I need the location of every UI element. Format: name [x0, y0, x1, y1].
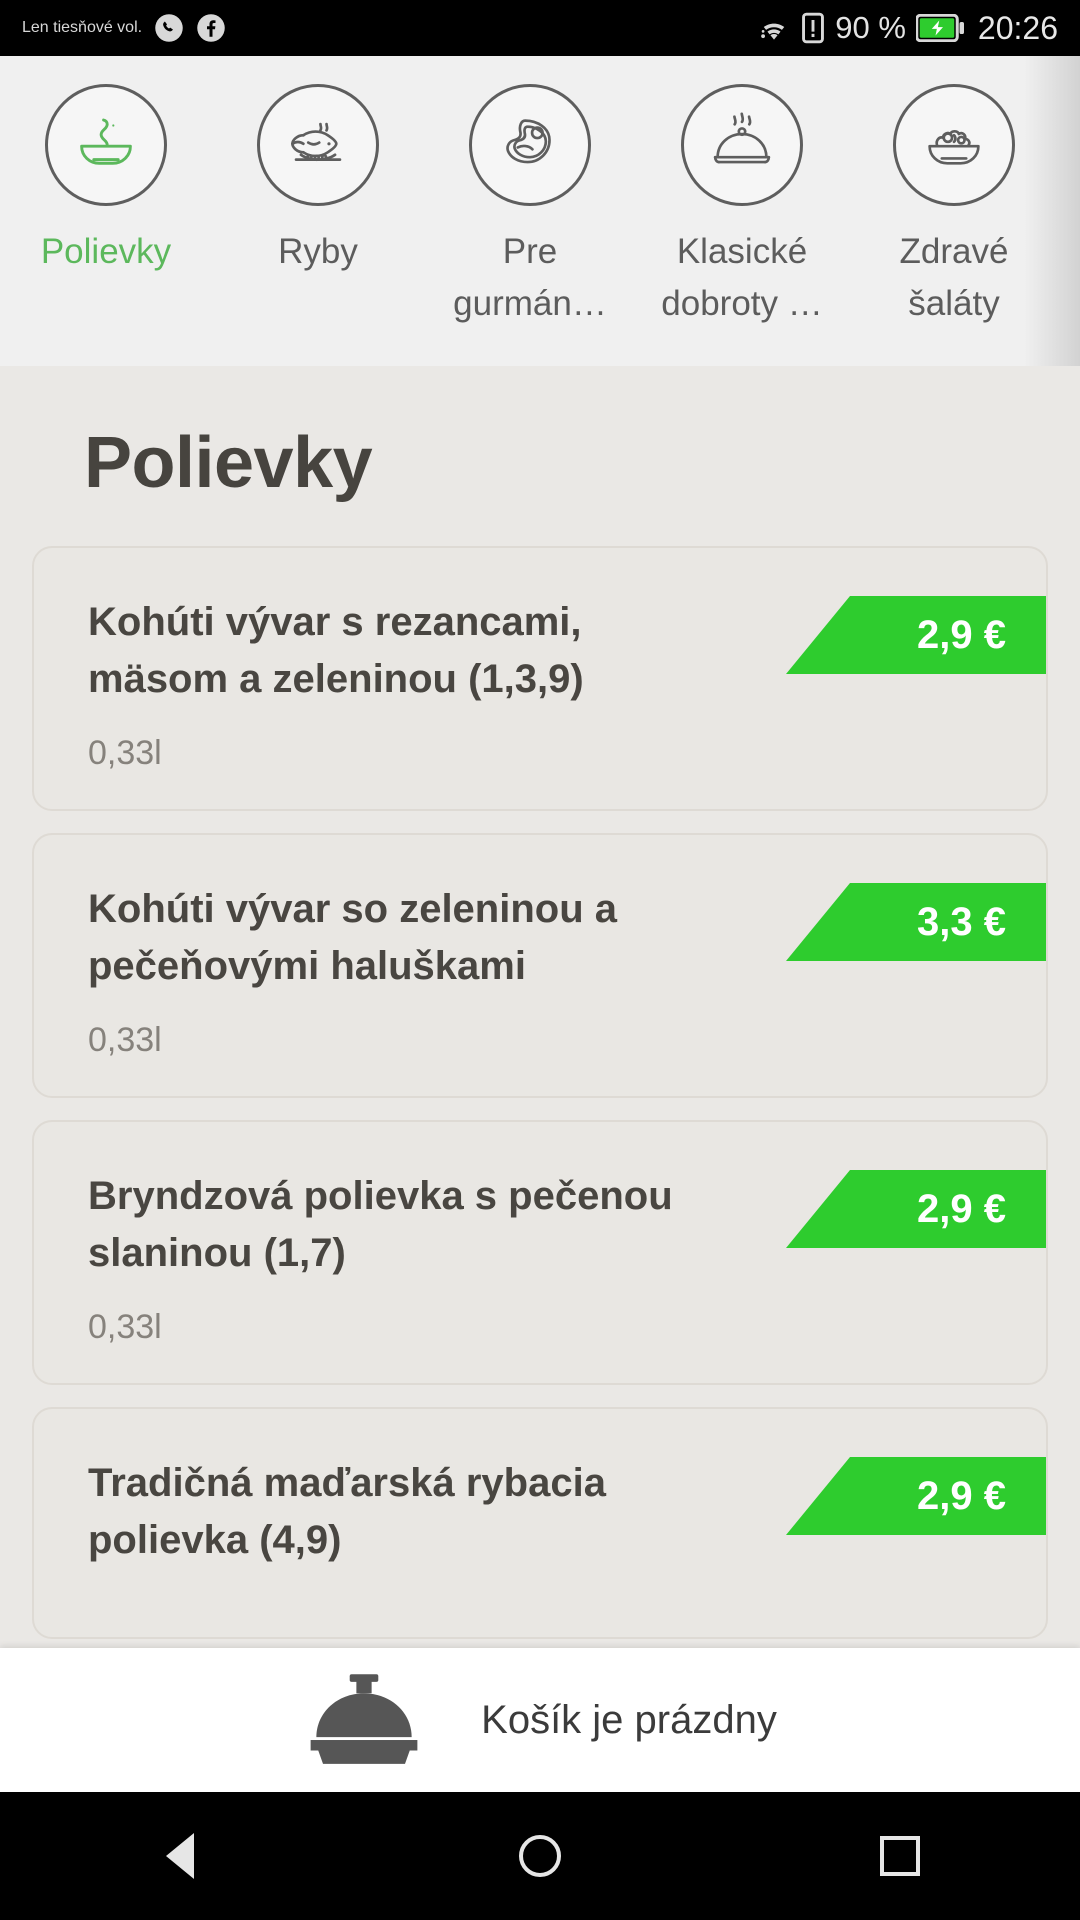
wifi-icon: [757, 13, 791, 43]
tab-ryby[interactable]: Ryby: [212, 84, 424, 278]
tab-label: Pre gurmán…: [453, 232, 607, 323]
tab-icon-wrapper: [893, 84, 1015, 206]
clock-label: 20:26: [977, 9, 1058, 46]
tab-label: Zdravé šaláty: [899, 232, 1009, 323]
tab-icon-wrapper: [681, 84, 803, 206]
menu-item-portion: 0,33l: [88, 1308, 162, 1346]
sim-alert-icon: [801, 12, 825, 44]
tab-klasicke-dobroty[interactable]: Klasické dobroty …: [636, 84, 848, 330]
fish-plate-icon: [279, 106, 357, 184]
cloche-icon: [303, 1674, 425, 1766]
menu-item-price: 2,9 €: [786, 596, 1046, 674]
menu-item-price: 2,9 €: [786, 1457, 1046, 1535]
tab-icon-wrapper: [257, 84, 379, 206]
home-icon[interactable]: [450, 1792, 630, 1920]
category-tab-list: Polievky Ryby Pre gurmán… Klasické dobro…: [0, 56, 1080, 366]
tab-label: Polievky: [40, 232, 172, 271]
soup-bowl-icon: [67, 106, 145, 184]
android-nav-bar[interactable]: [0, 1792, 1080, 1920]
menu-item-card[interactable]: Kohúti vývar s rezancami, mäsom a zeleni…: [32, 546, 1048, 811]
tab-label: Ryby: [278, 232, 358, 271]
status-bar-right: 90 % 20:26: [757, 10, 1058, 47]
tab-pre-gurmanov[interactable]: Pre gurmán…: [424, 84, 636, 330]
tab-zdrave-salaty[interactable]: Zdravé šaláty: [848, 84, 1060, 330]
cloche-icon: [703, 106, 781, 184]
menu-content[interactable]: Polievky Kohúti vývar s rezancami, mäsom…: [0, 366, 1080, 1648]
menu-item-card[interactable]: Tradičná maďarská rybacia polievka (4,9)…: [32, 1407, 1048, 1639]
steak-icon: [491, 106, 569, 184]
battery-percent-label: 90 %: [835, 10, 906, 45]
menu-item-name: Tradičná maďarská rybacia polievka (4,9): [88, 1461, 606, 1562]
recents-icon[interactable]: [810, 1792, 990, 1920]
phone-circle-icon: [154, 13, 184, 43]
facebook-icon: [196, 13, 226, 43]
menu-item-portion: 0,33l: [88, 1021, 162, 1059]
page-title: Polievky: [84, 423, 373, 503]
menu-item-card[interactable]: Bryndzová polievka s pečenou slaninou (1…: [32, 1120, 1048, 1385]
salad-bowl-icon: [915, 106, 993, 184]
tab-polievky[interactable]: Polievky: [0, 84, 212, 278]
menu-item-name: Kohúti vývar so zeleninou a pečeňovými h…: [88, 887, 618, 988]
back-icon[interactable]: [90, 1792, 270, 1920]
cart-bar[interactable]: Košík je prázdny: [0, 1648, 1080, 1792]
menu-item-card[interactable]: Kohúti vývar so zeleninou a pečeňovými h…: [32, 833, 1048, 1098]
cart-status-label: Košík je prázdny: [481, 1697, 777, 1742]
menu-item-name: Kohúti vývar s rezancami, mäsom a zeleni…: [88, 600, 584, 701]
menu-item-list: Kohúti vývar s rezancami, mäsom a zeleni…: [0, 546, 1080, 1639]
menu-item-name: Bryndzová polievka s pečenou slaninou (1…: [88, 1174, 673, 1275]
category-tab-strip[interactable]: Polievky Ryby Pre gurmán… Klasické dobro…: [0, 56, 1080, 366]
menu-item-price: 2,9 €: [786, 1170, 1046, 1248]
status-bar-left: Len tiesňové vol.: [22, 13, 226, 43]
menu-item-portion: 0,33l: [88, 734, 162, 772]
carrier-label: Len tiesňové vol.: [22, 19, 143, 36]
battery-charging-icon: [915, 14, 964, 42]
menu-item-price: 3,3 €: [786, 883, 1046, 961]
tab-icon-wrapper: [45, 84, 167, 206]
tab-label: Klasické dobroty …: [661, 232, 823, 323]
tab-icon-wrapper: [469, 84, 591, 206]
menu-item-portion: [34, 1569, 1046, 1631]
status-bar: Len tiesňové vol. 90 % 20:26: [0, 0, 1080, 56]
